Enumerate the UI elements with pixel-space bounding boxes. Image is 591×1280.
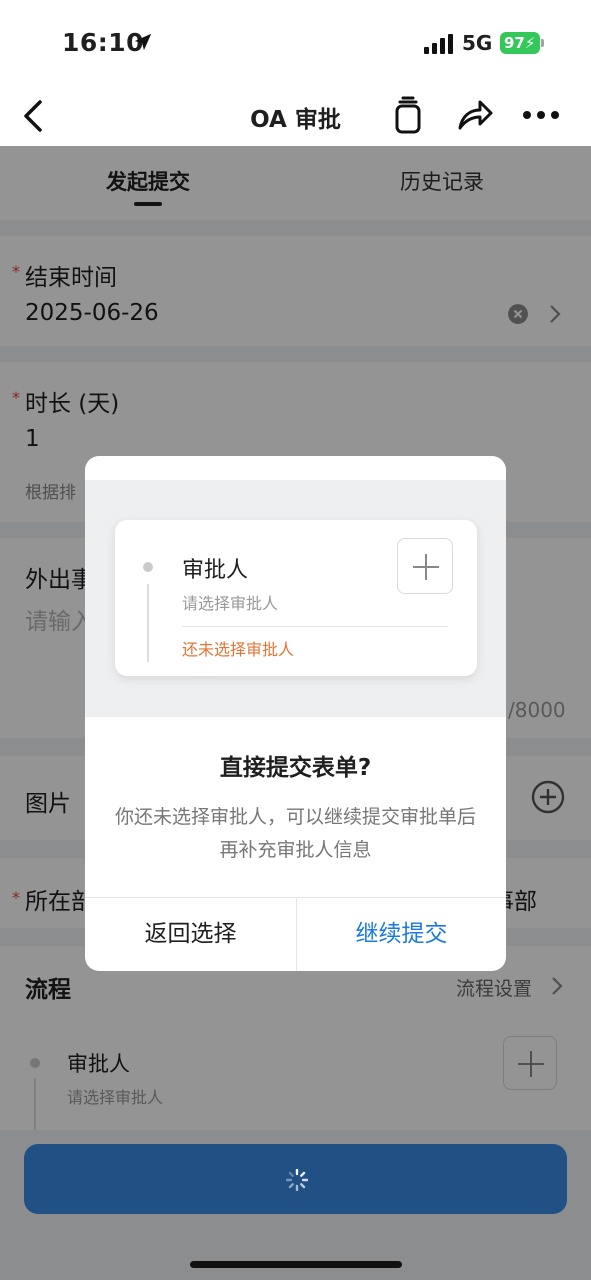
loading-spinner-icon: [286, 1169, 308, 1191]
signal-icon: [424, 34, 453, 54]
more-icon[interactable]: [522, 110, 560, 120]
copy-icon[interactable]: [393, 96, 423, 134]
timeline-dot: [143, 562, 153, 572]
battery-cap: [541, 39, 544, 47]
battery-level: 97: [504, 34, 525, 52]
page-title: OA 审批: [250, 107, 341, 133]
status-bar: 16:10 5G 97⚡: [0, 0, 591, 88]
illustration-subtitle: 请选择审批人: [182, 594, 279, 613]
nav-bar: OA 审批: [0, 88, 591, 146]
home-indicator: [190, 1261, 402, 1268]
confirm-dialog: 审批人 请选择审批人 还未选择审批人 直接提交表单? 你还未选择审批人，可以继续…: [85, 456, 506, 971]
illustration-divider: [182, 626, 448, 627]
back-to-select-button[interactable]: 返回选择: [85, 897, 296, 971]
dialog-title: 直接提交表单?: [219, 755, 372, 781]
location-arrow-icon: [134, 33, 152, 51]
illustration-title: 审批人: [182, 558, 249, 583]
share-icon[interactable]: [456, 98, 494, 132]
network-type: 5G: [462, 31, 493, 55]
timeline-line: [147, 584, 149, 662]
continue-submit-button[interactable]: 继续提交: [297, 897, 506, 971]
plus-icon: [413, 554, 439, 580]
illustration-warning: 还未选择审批人: [182, 640, 295, 659]
battery-icon: 97⚡: [500, 32, 540, 54]
illustration-add-box: [397, 538, 453, 594]
illustration-approver-card: 审批人 请选择审批人 还未选择审批人: [115, 520, 477, 676]
dialog-message: 你还未选择审批人，可以继续提交审批单后再补充审批人信息: [114, 806, 476, 861]
